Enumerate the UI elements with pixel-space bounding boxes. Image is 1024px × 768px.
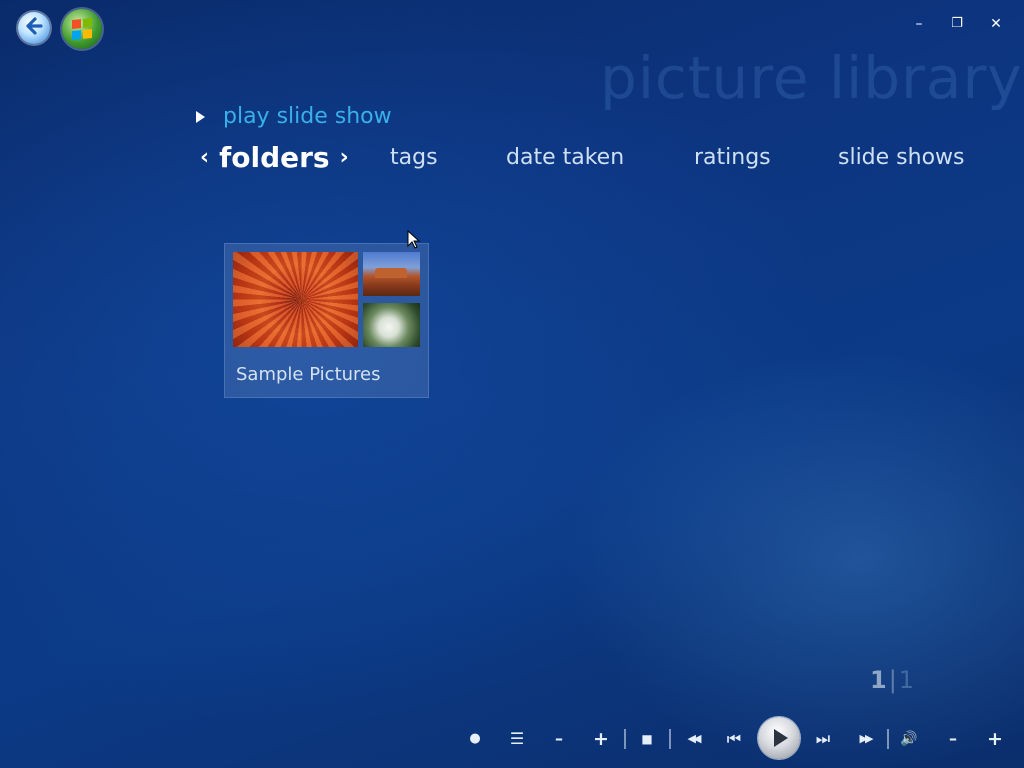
current-page: 1 <box>870 666 887 694</box>
guide-button[interactable]: ☰ <box>506 728 528 750</box>
total-pages: 1 <box>898 666 915 694</box>
nav-item-ratings[interactable]: ratings <box>694 145 771 170</box>
category-nav: ‹ folders › tags date taken ratings slid… <box>198 141 998 177</box>
restore-button[interactable]: ❐ <box>946 14 968 34</box>
windows-logo-icon <box>72 17 92 41</box>
volume-up-button[interactable]: + <box>984 728 1006 750</box>
play-icon <box>774 729 788 747</box>
fast-forward-button[interactable]: ▶▶ <box>850 728 880 750</box>
next-track-button[interactable]: ⏭ <box>812 728 834 750</box>
nav-item-folders-label: folders <box>219 141 330 174</box>
nav-item-slide-shows[interactable]: slide shows <box>838 145 965 170</box>
play-triangle-icon <box>196 110 205 123</box>
stop-button[interactable]: ■ <box>636 728 658 750</box>
folder-name: Sample Pictures <box>236 364 381 385</box>
page-title-watermark: picture library <box>600 44 1023 112</box>
transport-controls: ● ☰ – + ■ ◀◀ ⏮ ⏭ ▶▶ 🔊 – + <box>460 716 1020 760</box>
channel-down-button[interactable]: – <box>548 728 570 750</box>
rose-thumbnail <box>363 303 420 347</box>
back-button[interactable] <box>18 12 50 44</box>
play-button[interactable] <box>758 717 800 759</box>
nav-item-date-taken[interactable]: date taken <box>506 145 624 170</box>
transport-divider <box>624 729 626 749</box>
chevron-right-icon[interactable]: › <box>340 145 349 170</box>
play-slide-show-link[interactable]: play slide show <box>196 104 392 129</box>
page-indicator: 1|1 <box>870 666 914 694</box>
record-button[interactable]: ● <box>464 728 486 750</box>
desert-thumbnail <box>363 252 420 296</box>
mouse-cursor-icon <box>407 230 421 249</box>
transport-divider <box>669 729 671 749</box>
chevron-left-icon[interactable]: ‹ <box>200 145 209 170</box>
page-separator: | <box>888 666 897 694</box>
play-slide-show-label: play slide show <box>223 104 392 129</box>
transport-divider <box>887 729 889 749</box>
nav-item-tags[interactable]: tags <box>390 145 438 170</box>
rewind-button[interactable]: ◀◀ <box>678 728 708 750</box>
previous-track-button[interactable]: ⏮ <box>723 728 745 750</box>
close-button[interactable]: ✕ <box>985 14 1007 34</box>
nav-item-folders[interactable]: ‹ folders › <box>200 141 349 174</box>
back-arrow-icon <box>23 15 45 41</box>
folder-tile-sample-pictures[interactable]: Sample Pictures <box>224 243 429 398</box>
channel-up-button[interactable]: + <box>590 728 612 750</box>
volume-down-button[interactable]: – <box>942 728 964 750</box>
minimize-button[interactable]: – <box>908 14 930 34</box>
windows-start-button[interactable] <box>62 9 102 49</box>
flower-thumbnail <box>233 252 358 347</box>
mute-button[interactable]: 🔊 <box>898 728 920 750</box>
